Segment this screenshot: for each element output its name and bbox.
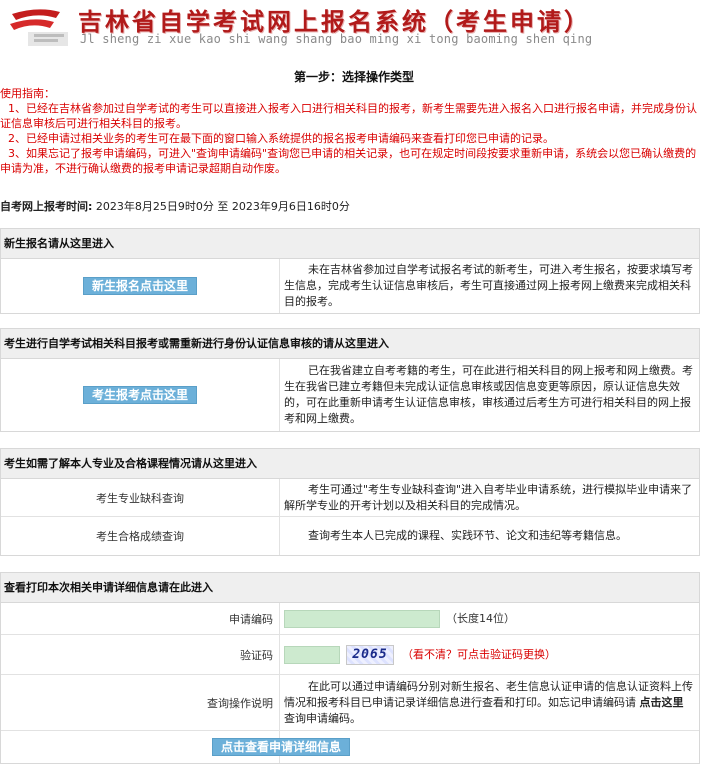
passed-score-query-desc-cell: 查询考生本人已完成的课程、实践环节、论文和违纪等考籍信息。	[280, 517, 699, 555]
captcha-hint[interactable]: （看不清？可点击验证码更换）	[402, 647, 556, 663]
query-instructions-label: 查询操作说明	[1, 675, 280, 730]
step-title: 第一步：选择操作类型	[293, 70, 414, 84]
new-student-desc: 未在吉林省参加过自学考试报名考试的新考生，可进入考生报名，按要求填写考生信息，完…	[284, 263, 693, 308]
query-row-major: 考生专业缺科查询 考生可通过"考生专业缺科查询"进入自考毕业申请系统，进行模拟毕…	[1, 479, 699, 517]
major-missing-query-link[interactable]: 考生专业缺科查询	[1, 479, 280, 516]
panel-print: 查看打印本次相关申请详细信息请在此进入 申请编码 （长度14位） 验证码 206…	[0, 572, 700, 764]
passed-score-query-link[interactable]: 考生合格成绩查询	[1, 517, 280, 555]
application-code-label: 申请编码	[1, 603, 280, 634]
panel-new-student-row: 新生报名点击这里 未在吉林省参加过自学考试报名考试的新考生，可进入考生报名，按要…	[1, 259, 699, 313]
guide-heading: 使用指南：	[0, 87, 55, 100]
query-instructions-cell: 在此可以通过申请编码分别对新生报名、老生信息认证申请的信息认证资料上传情况和报考…	[280, 675, 699, 730]
view-application-button[interactable]: 点击查看申请详细信息	[212, 738, 351, 756]
print-row-code: 申请编码 （长度14位）	[1, 603, 699, 635]
captcha-cell: 2065 （看不清？可点击验证码更换）	[280, 635, 699, 674]
panel-exam-button-cell: 考生报考点击这里	[1, 359, 280, 431]
application-code-hint: （长度14位）	[446, 611, 515, 625]
print-row-submit: 点击查看申请详细信息	[1, 731, 699, 763]
panel-exam-registration: 考生进行自学考试相关科目报考或需重新进行身份认证信息审核的请从这里进入 考生报考…	[0, 328, 700, 432]
panel-query: 考生如需了解本人专业及合格课程情况请从这里进入 考生专业缺科查询 考生可通过"考…	[0, 448, 700, 556]
guide-item-3: 3、如果忘记了报考申请编码，可进入"查询申请编码"查询您已申请的相关记录，也可在…	[0, 147, 697, 175]
print-row-info: 查询操作说明 在此可以通过申请编码分别对新生报名、老生信息认证申请的信息认证资料…	[1, 675, 699, 731]
print-row-captcha: 验证码 2065 （看不清？可点击验证码更换）	[1, 635, 699, 675]
panel-new-student: 新生报名请从这里进入 新生报名点击这里 未在吉林省参加过自学考试报名考试的新考生…	[0, 228, 700, 314]
site-title-pinyin: Jl sheng zi xue kao shi wang shang bao m…	[80, 32, 593, 46]
major-missing-query-desc: 考生可通过"考生专业缺科查询"进入自考毕业申请系统，进行模拟毕业申请来了解所学专…	[284, 482, 693, 512]
panel-print-head: 查看打印本次相关申请详细信息请在此进入	[1, 573, 699, 603]
panel-new-student-desc-cell: 未在吉林省参加过自学考试报名考试的新考生，可进入考生报名，按要求填写考生信息，完…	[280, 259, 699, 313]
exam-time-label: 自考网上报考时间:	[0, 200, 93, 213]
major-missing-query-desc-cell: 考生可通过"考生专业缺科查询"进入自考毕业申请系统，进行模拟毕业申请来了解所学专…	[280, 479, 699, 516]
panel-new-student-head: 新生报名请从这里进入	[1, 229, 699, 259]
exam-registration-desc: 已在我省建立自考考籍的考生，可在此进行相关科目的网上报考和网上缴费。考生在我省已…	[284, 364, 693, 425]
exam-time-value: 2023年8月25日9时0分 至 2023年9月6日16时0分	[95, 200, 350, 213]
guide-item-1: 1、已经在吉林省参加过自学考试的考生可以直接进入报考入口进行相关科目的报考，新考…	[0, 102, 697, 130]
panel-exam-desc-cell: 已在我省建立自考考籍的考生，可在此进行相关科目的网上报考和网上缴费。考生在我省已…	[280, 359, 699, 431]
captcha-input[interactable]	[284, 645, 340, 664]
panel-exam-registration-head: 考生进行自学考试相关科目报考或需重新进行身份认证信息审核的请从这里进入	[1, 329, 699, 359]
query-instructions-text-1: 在此可以通过申请编码分别对新生报名、老生信息认证申请的信息认证资料上传情况和报考…	[284, 679, 693, 709]
application-code-cell: （长度14位）	[280, 603, 699, 634]
captcha-label: 验证码	[1, 635, 280, 674]
query-row-scores: 考生合格成绩查询 查询考生本人已完成的课程、实践环节、论文和违纪等考籍信息。	[1, 517, 699, 555]
query-instructions-text-2: 查询申请编码。	[284, 711, 361, 725]
captcha-image[interactable]: 2065	[346, 644, 394, 665]
submit-cell: 点击查看申请详细信息	[212, 731, 699, 763]
exam-registration-button[interactable]: 考生报考点击这里	[82, 386, 197, 404]
logo-icon	[10, 9, 68, 46]
panel-exam-registration-row: 考生报考点击这里 已在我省建立自考考籍的考生，可在此进行相关科目的网上报考和网上…	[1, 359, 699, 431]
forgot-code-link[interactable]: 点击这里	[640, 696, 684, 709]
application-code-input[interactable]	[284, 609, 440, 628]
passed-score-query-desc: 查询考生本人已完成的课程、实践环节、论文和违纪等考籍信息。	[308, 529, 627, 542]
guide-item-2: 2、已经申请过相关业务的考生可在最下面的窗口输入系统提供的报名报考申请编码来查看…	[8, 132, 554, 145]
site-header: 吉林省自学考试网上报名系统（考生申请） Jl sheng zi xue kao …	[0, 0, 708, 58]
query-instructions-text: 在此可以通过申请编码分别对新生报名、老生信息认证申请的信息认证资料上传情况和报考…	[284, 679, 693, 727]
usage-guide: 使用指南： 1、已经在吉林省参加过自学考试的考生可以直接进入报考入口进行相关科目…	[0, 86, 704, 176]
panel-query-head: 考生如需了解本人专业及合格课程情况请从这里进入	[1, 449, 699, 479]
panel-new-student-button-cell: 新生报名点击这里	[1, 259, 280, 313]
new-student-button[interactable]: 新生报名点击这里	[82, 277, 197, 295]
exam-time-line: 自考网上报考时间: 2023年8月25日9时0分 至 2023年9月6日16时0…	[0, 198, 704, 214]
